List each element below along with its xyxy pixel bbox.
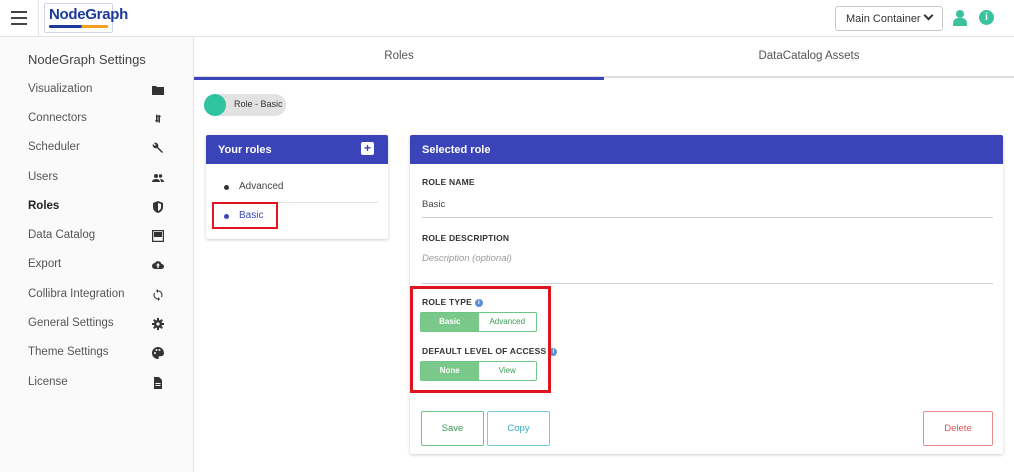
- cloud-upload-icon: [152, 261, 164, 269]
- sidebar-item-label: Users: [28, 171, 59, 183]
- tab-label: Roles: [384, 50, 414, 62]
- role-name-input[interactable]: Basic: [422, 199, 993, 218]
- chevron-down-icon: [923, 10, 934, 21]
- sidebar-item-visualization[interactable]: Visualization: [0, 76, 193, 105]
- sidebar-item-label: Connectors: [28, 112, 87, 124]
- sidebar-item-export[interactable]: Export: [0, 251, 193, 280]
- sidebar: NodeGraph Settings Visualization Connect…: [0, 37, 194, 472]
- tab-datacatalog-assets[interactable]: DataCatalog Assets: [604, 37, 1014, 78]
- add-role-button[interactable]: +: [361, 142, 374, 155]
- shield-icon: [153, 201, 163, 213]
- menu-icon[interactable]: [11, 11, 27, 25]
- divider: [38, 0, 39, 37]
- sidebar-item-data-catalog[interactable]: Data Catalog: [0, 222, 193, 251]
- bullet: [224, 185, 229, 190]
- sidebar-item-label: Data Catalog: [28, 229, 96, 241]
- sidebar-item-label: Theme Settings: [28, 346, 109, 358]
- role-item-label: Advanced: [239, 181, 284, 192]
- container-select-value: Main Container: [846, 13, 921, 25]
- sync-icon: [153, 289, 163, 301]
- sidebar-title: NodeGraph Settings: [28, 52, 146, 67]
- logo[interactable]: NodeGraph: [49, 6, 128, 23]
- selected-role-header: Selected role: [410, 135, 1003, 164]
- role-item-advanced[interactable]: Advanced: [206, 175, 388, 199]
- sidebar-item-general-settings[interactable]: General Settings: [0, 310, 193, 339]
- sidebar-item-label: License: [28, 376, 68, 388]
- user-icon[interactable]: [953, 10, 967, 26]
- sidebar-item-label: Roles: [28, 200, 60, 212]
- palette-icon: [152, 347, 164, 359]
- copy-button[interactable]: Copy: [487, 411, 550, 446]
- your-roles-title: Your roles: [218, 144, 272, 156]
- wrench-icon: [152, 142, 163, 153]
- role-name-label: ROLE NAME: [422, 177, 475, 187]
- info-icon[interactable]: i: [979, 10, 994, 25]
- gear-icon: [152, 318, 164, 330]
- document-icon: [154, 377, 162, 389]
- sidebar-item-users[interactable]: Users: [0, 164, 193, 193]
- role-chip-label: Role - Basic: [234, 99, 283, 109]
- sidebar-item-theme-settings[interactable]: Theme Settings: [0, 339, 193, 368]
- highlight-box-basic: [212, 202, 278, 229]
- role-description-input[interactable]: Description (optional): [422, 253, 993, 284]
- selected-role-title: Selected role: [422, 144, 491, 156]
- logo-underline: [49, 25, 108, 28]
- delete-button[interactable]: Delete: [923, 411, 993, 446]
- swap-vert-icon: [154, 114, 162, 123]
- sidebar-item-label: Scheduler: [28, 141, 80, 153]
- highlight-box-role-type: [410, 286, 551, 393]
- inbox-icon: [152, 230, 164, 242]
- tab-label: DataCatalog Assets: [758, 50, 860, 62]
- sidebar-item-label: Export: [28, 258, 62, 270]
- sidebar-item-roles[interactable]: Roles: [0, 193, 193, 222]
- role-chip-dot: [204, 94, 226, 116]
- your-roles-header: Your roles +: [206, 135, 388, 164]
- sidebar-item-label: Visualization: [28, 83, 93, 95]
- tab-bar: Roles DataCatalog Assets: [194, 37, 1014, 80]
- role-description-label: ROLE DESCRIPTION: [422, 233, 510, 243]
- sidebar-item-label: Collibra Integration: [28, 288, 125, 300]
- folder-icon: [152, 86, 164, 95]
- role-chip[interactable]: Role - Basic: [204, 94, 286, 116]
- save-button[interactable]: Save: [421, 411, 484, 446]
- container-select[interactable]: Main Container: [835, 6, 943, 31]
- tab-roles[interactable]: Roles: [194, 37, 604, 80]
- sidebar-item-label: General Settings: [28, 317, 114, 329]
- sidebar-item-connectors[interactable]: Connectors: [0, 105, 193, 134]
- top-bar: NodeGraph Main Container i: [0, 0, 1014, 37]
- people-icon: [152, 174, 164, 182]
- sidebar-item-collibra-integration[interactable]: Collibra Integration: [0, 281, 193, 310]
- sidebar-item-license[interactable]: License: [0, 369, 193, 398]
- sidebar-item-scheduler[interactable]: Scheduler: [0, 134, 193, 163]
